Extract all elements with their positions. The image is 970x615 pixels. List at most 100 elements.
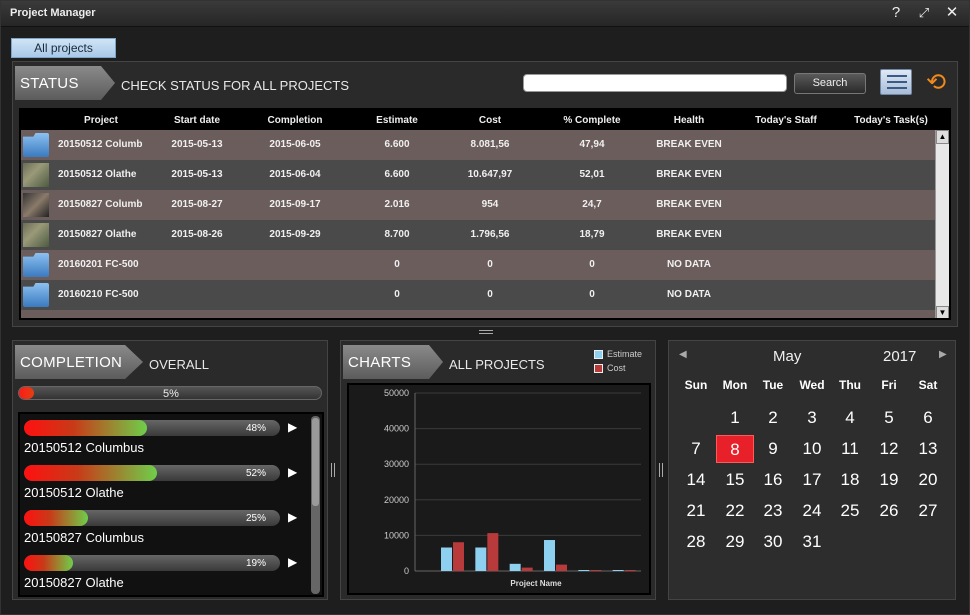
play-icon[interactable]: ▶ bbox=[288, 420, 297, 434]
calendar-year[interactable]: 2017 bbox=[883, 348, 916, 365]
column-header[interactable]: Project bbox=[51, 115, 151, 126]
column-header[interactable]: Completion bbox=[246, 115, 344, 126]
table-row[interactable]: 20150512 Columb 2015-05-13 2015-06-05 6.600… bbox=[21, 130, 937, 160]
calendar-day[interactable]: 3 bbox=[793, 404, 831, 432]
calendar-day-selected[interactable]: 8 bbox=[716, 435, 754, 463]
weekday-label: Mon bbox=[722, 378, 748, 392]
table-cell-project: 20160210 FC-500 bbox=[58, 289, 139, 300]
photo-thumbnail-icon bbox=[23, 193, 49, 217]
status-panel: STATUS CHECK STATUS FOR ALL PROJECTS Sea… bbox=[12, 61, 958, 327]
calendar-month[interactable]: May bbox=[773, 348, 801, 365]
maximize-icon[interactable]: ⤢ bbox=[915, 4, 933, 22]
calendar-day[interactable]: 10 bbox=[793, 435, 831, 463]
column-header[interactable]: Estimate bbox=[351, 115, 443, 126]
task-list-icon[interactable] bbox=[880, 69, 912, 95]
table-scrollbar[interactable]: ▲ ▼ bbox=[935, 130, 949, 318]
prev-month-icon[interactable]: ◀ bbox=[679, 349, 687, 360]
completion-progress-bar bbox=[24, 510, 280, 526]
calendar-day[interactable]: 4 bbox=[831, 404, 869, 432]
calendar-day[interactable]: 6 bbox=[909, 404, 947, 432]
calendar-day[interactable]: 15 bbox=[716, 466, 754, 494]
completion-percent-label: 48% bbox=[246, 423, 267, 434]
completion-item: 19% ▶ 20150827 Olathe bbox=[24, 549, 310, 593]
vertical-splitter-right[interactable] bbox=[659, 463, 663, 477]
completion-progress-bar bbox=[24, 555, 280, 571]
refresh-icon[interactable]: ⟲ bbox=[919, 70, 953, 96]
calendar-day[interactable]: 19 bbox=[870, 466, 908, 494]
next-month-icon[interactable]: ▶ bbox=[939, 349, 947, 360]
vertical-splitter-left[interactable] bbox=[331, 463, 335, 477]
calendar-day[interactable]: 31 bbox=[793, 528, 831, 556]
calendar-day[interactable]: 7 bbox=[677, 435, 715, 463]
weekday-label: Thu bbox=[839, 378, 861, 392]
calendar-day[interactable]: 29 bbox=[716, 528, 754, 556]
table-cell-estimate: 0 bbox=[394, 259, 400, 270]
table-header: Project Start date Completion Estimate Cost%… bbox=[21, 110, 949, 130]
column-header[interactable]: % Complete bbox=[543, 115, 641, 126]
column-header[interactable]: Cost bbox=[441, 115, 539, 126]
calendar-day[interactable]: 2 bbox=[754, 404, 792, 432]
search-input[interactable] bbox=[523, 74, 787, 92]
calendar-day[interactable]: 16 bbox=[754, 466, 792, 494]
calendar-day[interactable]: 26 bbox=[870, 497, 908, 525]
table-row[interactable]: 20160201 FC-500 0 0 0 NO DATA bbox=[21, 250, 937, 280]
completion-progress-bar bbox=[24, 420, 280, 436]
table-row[interactable]: 20150827 Columb 2015-08-27 2015-09-17 2.016… bbox=[21, 190, 937, 220]
column-header[interactable]: Start date bbox=[151, 115, 243, 126]
calendar-day[interactable]: 18 bbox=[831, 466, 869, 494]
column-header[interactable]: Today's Task(s) bbox=[836, 115, 946, 126]
calendar-day[interactable]: 14 bbox=[677, 466, 715, 494]
table-cell-health: BREAK EVEN bbox=[656, 199, 722, 210]
completion-progress-fill bbox=[24, 465, 158, 481]
calendar-day[interactable]: 20 bbox=[909, 466, 947, 494]
table-row[interactable]: 20160210 FC-500 0 0 0 NO DATA bbox=[21, 280, 937, 310]
table-cell-pct: 0 bbox=[589, 259, 595, 270]
search-button[interactable]: Search bbox=[794, 73, 866, 94]
completion-list: 48% ▶ 20150512 Columbus 52% ▶ 20150512 Olathe… bbox=[18, 412, 324, 597]
scroll-down-icon[interactable]: ▼ bbox=[936, 306, 949, 318]
charts-header-label: CHARTS bbox=[348, 354, 412, 371]
calendar-day[interactable]: 24 bbox=[793, 497, 831, 525]
calendar-day[interactable]: 28 bbox=[677, 528, 715, 556]
calendar-day[interactable]: 22 bbox=[716, 497, 754, 525]
table-cell-health: NO DATA bbox=[666, 259, 712, 270]
play-icon[interactable]: ▶ bbox=[288, 555, 297, 569]
tab-all-projects[interactable]: All projects bbox=[11, 38, 116, 58]
play-icon[interactable]: ▶ bbox=[288, 510, 297, 524]
bar-estimate bbox=[475, 547, 487, 571]
column-header[interactable]: Today's Staff bbox=[741, 115, 831, 126]
calendar-day[interactable]: 25 bbox=[831, 497, 869, 525]
table-cell-project: 20150827 Columb bbox=[58, 199, 143, 210]
table-cell-health: NO DATA bbox=[666, 289, 712, 300]
completion-header-arrow: COMPLETION bbox=[15, 345, 143, 379]
table-row[interactable]: 20150827 Olathe 2015-08-26 2015-09-29 8.700… bbox=[21, 220, 937, 250]
calendar-day[interactable]: 12 bbox=[870, 435, 908, 463]
help-icon[interactable]: ? bbox=[887, 4, 905, 22]
table-cell-completion: 2015-06-04 bbox=[269, 169, 321, 180]
calendar-day[interactable]: 23 bbox=[754, 497, 792, 525]
calendar-day[interactable]: 30 bbox=[754, 528, 792, 556]
horizontal-splitter-handle[interactable] bbox=[479, 330, 493, 334]
charts-header-arrow: CHARTS bbox=[343, 345, 443, 379]
calendar-day[interactable]: 27 bbox=[909, 497, 947, 525]
scroll-up-icon[interactable]: ▲ bbox=[936, 130, 949, 144]
column-header[interactable]: Health bbox=[639, 115, 739, 126]
legend-label-cost: Cost bbox=[607, 363, 626, 373]
completion-list-scroll-thumb[interactable] bbox=[312, 418, 319, 506]
play-icon[interactable]: ▶ bbox=[288, 465, 297, 479]
calendar-day[interactable]: 17 bbox=[793, 466, 831, 494]
completion-project-name: 20150512 Columbus bbox=[24, 440, 144, 455]
completion-list-scrollbar[interactable] bbox=[311, 416, 320, 594]
calendar-day[interactable]: 13 bbox=[909, 435, 947, 463]
calendar-day[interactable]: 11 bbox=[831, 435, 869, 463]
calendar-day[interactable]: 9 bbox=[754, 435, 792, 463]
calendar-day[interactable]: 5 bbox=[870, 404, 908, 432]
close-icon[interactable]: ✕ bbox=[943, 4, 961, 22]
calendar-day[interactable]: 21 bbox=[677, 497, 715, 525]
calendar-day[interactable]: 1 bbox=[716, 404, 754, 432]
completion-percent-label: 52% bbox=[246, 468, 267, 479]
table-row[interactable]: 20150512 Olathe 2015-05-13 2015-06-04 6.600… bbox=[21, 160, 937, 190]
table-cell-cost: 10.647,97 bbox=[467, 169, 513, 180]
table-cell-start: 2015-08-27 bbox=[171, 199, 223, 210]
table-cell-pct: 0 bbox=[589, 289, 595, 300]
